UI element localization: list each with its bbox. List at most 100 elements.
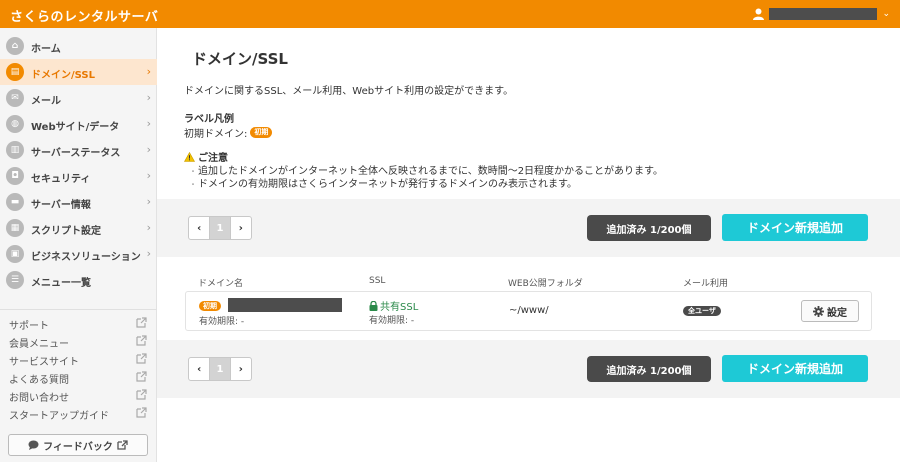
chevron-right-icon: › (146, 221, 151, 234)
sidebar-item-label: Webサイト/データ (31, 122, 120, 133)
sidebar-item-business[interactable]: ▣ ビジネスソリューション › (0, 241, 157, 267)
business-icon: ▣ (6, 245, 24, 263)
warning-icon (184, 151, 195, 162)
legend-label: 初期ドメイン: (184, 129, 248, 140)
script-icon: ▦ (6, 219, 24, 237)
sidebar-item-label: メール (31, 96, 61, 107)
sidebar: ⌂ ホーム ▤ ドメイン/SSL › ✉ メール › ◍ Webサイト/データ … (0, 28, 157, 462)
external-link-icon (136, 353, 147, 364)
sidebar-item-server-info[interactable]: ▬ サーバー情報 › (0, 189, 157, 215)
domain-expiry: 有効期限: - (199, 317, 245, 327)
mail-icon: ✉ (6, 89, 24, 107)
chevron-right-icon: › (146, 195, 151, 208)
lock-icon: ◘ (6, 167, 24, 185)
ssl-cell: 共有SSL (369, 298, 418, 313)
action-bar-bottom: ‹ 1 › 追加済み 1/200個 ドメイン新規追加 (157, 340, 900, 398)
external-link-icon (136, 407, 147, 418)
domain-count-button[interactable]: 追加済み 1/200個 (587, 356, 711, 382)
ssl-expiry: 有効期限: - (369, 316, 415, 326)
pagination: ‹ 1 › (188, 216, 252, 240)
sidebar-link-member[interactable]: 会員メニュー (0, 332, 157, 350)
menu-list-icon: ☰ (6, 271, 24, 289)
chevron-right-icon: › (146, 143, 151, 156)
sidebar-item-label: セキュリティ (31, 174, 91, 185)
sidebar-item-label: メニュー一覧 (31, 278, 91, 289)
legend-row: 初期ドメイン: 初期 (184, 125, 273, 140)
user-menu[interactable]: ⌄ (753, 7, 890, 21)
pagination-prev-button[interactable]: ‹ (189, 217, 209, 239)
settings-label: 設定 (827, 307, 847, 319)
column-header-domain: ドメイン名 (198, 279, 244, 289)
web-folder-path: ~/www/ (509, 305, 549, 316)
sidebar-item-label: スクリプト設定 (31, 226, 101, 237)
sidebar-link-service-site[interactable]: サービスサイト (0, 350, 157, 368)
external-link-icon (136, 317, 147, 328)
chevron-right-icon: › (146, 247, 151, 260)
action-bar-top: ‹ 1 › 追加済み 1/200個 ドメイン新規追加 (157, 199, 900, 257)
column-header-ssl: SSL (369, 276, 386, 286)
domain-count-button[interactable]: 追加済み 1/200個 (587, 215, 711, 241)
sidebar-link-startup-guide[interactable]: スタートアップガイド (0, 404, 157, 422)
external-link-icon (136, 371, 147, 382)
domain-icon: ▤ (6, 63, 24, 81)
brand-logo[interactable]: さくらのレンタルサーバ (10, 6, 158, 25)
pagination: ‹ 1 › (188, 357, 252, 381)
sidebar-link-contact[interactable]: お問い合わせ (0, 386, 157, 404)
initial-badge: 初期 (250, 127, 273, 138)
sidebar-item-home[interactable]: ⌂ ホーム (0, 33, 157, 59)
domain-cell: 初期 (199, 300, 221, 311)
sidebar-link-label: スタートアップガイド (9, 411, 109, 422)
column-header-web-folder: WEB公開フォルダ (508, 279, 583, 289)
sidebar-item-domain-ssl[interactable]: ▤ ドメイン/SSL › (0, 59, 157, 85)
chevron-right-icon: › (146, 117, 151, 130)
feedback-button[interactable]: フィードバック (8, 434, 148, 456)
pagination-next-button[interactable]: › (231, 358, 251, 380)
sidebar-item-label: ホーム (31, 44, 61, 55)
sidebar-item-security[interactable]: ◘ セキュリティ › (0, 163, 157, 189)
pagination-page-current[interactable]: 1 (209, 358, 231, 380)
external-link-icon (136, 335, 147, 346)
mail-cell: 全ユーザ (683, 305, 721, 316)
sidebar-item-label: サーバーステータス (31, 148, 121, 159)
chat-bubble-icon (28, 440, 39, 450)
sidebar-item-menu-list[interactable]: ☰ メニュー一覧 (0, 267, 157, 293)
sidebar-item-label: ドメイン/SSL (31, 70, 95, 81)
chevron-right-icon: › (146, 65, 151, 78)
sidebar-link-label: サービスサイト (9, 357, 79, 368)
chevron-right-icon: › (146, 91, 151, 104)
sidebar-item-label: ビジネスソリューション (31, 252, 141, 263)
external-link-icon (117, 440, 128, 450)
globe-icon: ◍ (6, 115, 24, 133)
sidebar-item-mail[interactable]: ✉ メール › (0, 85, 157, 111)
ssl-label: 共有SSL (380, 302, 419, 313)
page-description: ドメインに関するSSL、メール利用、Webサイト利用の設定ができます。 (184, 86, 514, 97)
sidebar-link-faq[interactable]: よくある質問 (0, 368, 157, 386)
feedback-label: フィードバック (43, 441, 113, 453)
sidebar-item-script[interactable]: ▦ スクリプト設定 › (0, 215, 157, 241)
sidebar-link-label: よくある質問 (9, 375, 69, 386)
sidebar-link-label: 会員メニュー (9, 339, 69, 350)
mail-usage-badge: 全ユーザ (683, 306, 721, 316)
sidebar-link-label: サポート (9, 321, 49, 332)
pagination-page-current[interactable]: 1 (209, 217, 231, 239)
domain-name-redacted[interactable] (228, 298, 342, 312)
add-domain-button[interactable]: ドメイン新規追加 (722, 355, 868, 382)
settings-button[interactable]: 設定 (801, 300, 859, 322)
chevron-right-icon: › (146, 169, 151, 182)
column-header-mail: メール利用 (683, 279, 729, 289)
add-domain-button[interactable]: ドメイン新規追加 (722, 214, 868, 241)
initial-badge: 初期 (199, 301, 221, 311)
sidebar-item-label: サーバー情報 (31, 200, 91, 211)
sidebar-item-server-status[interactable]: ▥ サーバーステータス › (0, 137, 157, 163)
pagination-next-button[interactable]: › (231, 217, 251, 239)
sidebar-item-website[interactable]: ◍ Webサイト/データ › (0, 111, 157, 137)
ssl-link[interactable]: 共有SSL (369, 298, 418, 313)
sidebar-link-label: お問い合わせ (9, 393, 69, 404)
pagination-prev-button[interactable]: ‹ (189, 358, 209, 380)
table-row: 初期 有効期限: - 共有SSL 有効期限: - ~/www/ 全ユーザ 設定 (185, 291, 872, 331)
gear-icon (813, 305, 824, 317)
chart-icon: ▥ (6, 141, 24, 159)
home-icon: ⌂ (6, 37, 24, 55)
lock-icon (369, 300, 378, 311)
sidebar-link-support[interactable]: サポート (0, 314, 157, 332)
